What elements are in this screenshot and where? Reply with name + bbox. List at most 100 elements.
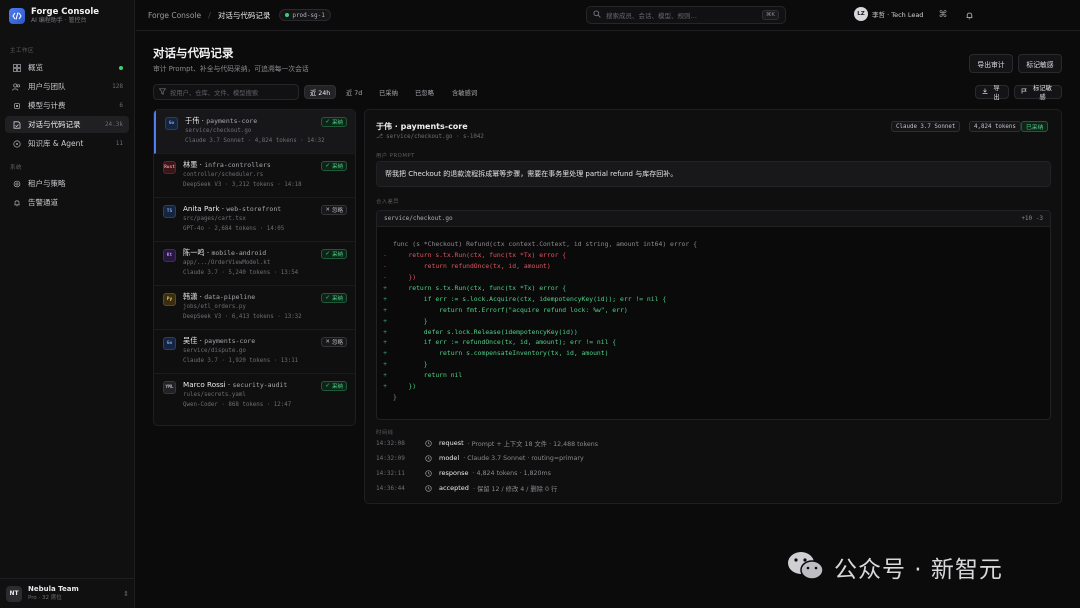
diff-stat: +10 -3: [1021, 215, 1043, 222]
mark-sensitive-detail-button[interactable]: 标记敏感: [1014, 85, 1062, 101]
flag-icon: [1021, 88, 1027, 96]
model-tag: Claude 3.7 Sonnet: [891, 121, 961, 132]
diff-marker: +: [383, 294, 387, 303]
search-shortcut: ⌘K: [761, 10, 779, 20]
sidebar-item-label: 概览: [28, 63, 43, 72]
prompt-text: 帮我把 Checkout 的退款流程拆成幂等步骤，需要在事务里处理 partia…: [376, 161, 1051, 187]
session-meta: DeepSeek V3 · 6,413 tokens · 13:32: [183, 314, 302, 320]
list-item[interactable]: Py 韩潇 · data-pipeline jobs/etl_orders.py…: [154, 286, 355, 330]
sidebar-item-tenants[interactable]: 租户与策略: [5, 175, 129, 192]
code-text: return fmt.Errorf("acquire refund lock: …: [393, 305, 628, 314]
session-repo: security-audit: [232, 381, 288, 389]
diff-marker: [377, 393, 393, 401]
mark-sensitive-label: 标记敏感: [1033, 85, 1052, 101]
sidebar-item-knowledge[interactable]: 知识库 & Agent 11: [5, 135, 129, 152]
timeline-event: accepted: [439, 484, 469, 492]
diff-marker: +: [383, 284, 387, 292]
sidebar-item-code-logs[interactable]: 对话与代码记录 24.3k: [5, 116, 129, 133]
app-subtitle: AI 编程助手 · 管控台: [31, 17, 87, 24]
policy-icon: [11, 178, 22, 189]
timeline-event: model: [439, 454, 460, 462]
status-badge: 已采纳: [1021, 121, 1049, 132]
code-text: return s.compensateInventory(tx, id, amo…: [393, 349, 609, 358]
status-label: 采纳: [331, 252, 343, 258]
nav-section-main: 主工作区: [10, 48, 35, 54]
diff-marker: +: [383, 360, 387, 369]
timeline-desc: · Claude 3.7 Sonnet · routing=primary: [463, 454, 584, 462]
list-item[interactable]: Rust 林墨 · infra-controllers controller/s…: [154, 154, 355, 198]
sidebar-item-overview[interactable]: 概览: [5, 59, 129, 76]
list-item[interactable]: YML Marco Rossi · security-audit rules/s…: [154, 374, 355, 418]
session-meta: GPT-4o · 2,684 tokens · 14:05: [183, 226, 285, 232]
env-label: prod-sg-1: [292, 11, 325, 19]
forge-logo-icon: [9, 8, 25, 24]
user-menu[interactable]: LZ 李哲 · Tech Lead: [854, 7, 923, 21]
sidebar-item-alerts[interactable]: 告警通道: [5, 194, 129, 211]
code-log-icon: [11, 119, 22, 130]
bell-icon[interactable]: [963, 9, 975, 21]
python-file-icon: Py: [163, 293, 176, 306]
sidebar-item-models[interactable]: 模型与计费 6: [5, 97, 129, 114]
filter-chip-24h[interactable]: 近 24h: [304, 85, 337, 99]
filter-chip-ignored[interactable]: 已忽略: [410, 85, 439, 99]
export-audit-button[interactable]: 导出审计: [969, 54, 1013, 73]
list-item[interactable]: Kt 陈一鸣 · mobile-android app/.../OrderVie…: [154, 242, 355, 286]
sidebar-item-count: 6: [119, 102, 123, 109]
session-meta: Claude 3.7 · 1,920 tokens · 13:11: [183, 358, 299, 364]
download-icon: [982, 88, 988, 96]
timeline-time: 14:32:11: [376, 469, 405, 477]
list-item[interactable]: Go 于伟 · payments-core service/checkout.g…: [154, 110, 355, 154]
code-text: return nil: [393, 371, 463, 380]
session-user: Anita Park: [183, 204, 220, 213]
list-item[interactable]: TS Anita Park · web-storefront src/pages…: [154, 198, 355, 242]
global-search-input[interactable]: 搜索成员、会话、模型、规则… ⌘K: [586, 6, 786, 24]
status-label: 忽略: [331, 340, 343, 346]
filter-chip-7d[interactable]: 近 7d: [341, 85, 367, 99]
code-line: + }): [377, 381, 1050, 392]
session-path: service/dispute.go: [183, 348, 246, 354]
diff-viewer[interactable]: service/checkout.go +10 -3 func (s *Chec…: [376, 210, 1051, 420]
status-badge: ✓ 采纳: [321, 161, 347, 171]
diff-header: service/checkout.go +10 -3: [377, 211, 1050, 227]
command-icon[interactable]: ⌘: [937, 9, 949, 21]
brand[interactable]: Forge Console AI 编程助手 · 管控台: [9, 7, 99, 25]
sidebar-item-users[interactable]: 用户与团队 128: [5, 78, 129, 95]
env-badge[interactable]: prod-sg-1: [279, 9, 331, 21]
diff-code: func (s *Checkout) Refund(ctx context.Co…: [377, 227, 1050, 402]
diff-section-label: 合入差异: [376, 199, 400, 205]
status-label: 采纳: [331, 120, 343, 126]
typescript-file-icon: TS: [163, 205, 176, 218]
timeline-event: request: [439, 439, 464, 447]
diff-marker: +: [383, 327, 387, 336]
breadcrumb-root[interactable]: Forge Console: [148, 11, 201, 20]
filter-chip-accepted[interactable]: 已采纳: [374, 85, 403, 99]
session-path: src/pages/cart.tsx: [183, 216, 246, 222]
book-icon: [11, 138, 22, 149]
timeline-desc: · Prompt + 上下文 18 文件 · 12,488 tokens: [467, 440, 599, 448]
code-line: + defer s.lock.Release(idempotencyKey(id…: [377, 326, 1050, 337]
avatar: LZ: [854, 7, 868, 21]
timeline-event: response: [439, 469, 469, 477]
filter-chip-sensitive[interactable]: 含敏感词: [447, 85, 482, 99]
nav-section-settings: 系统: [10, 165, 23, 171]
session-repo: payments-core: [206, 117, 258, 125]
clock-icon: [421, 469, 435, 477]
app-title: Forge Console: [31, 7, 100, 17]
search-icon: [593, 10, 601, 20]
session-path: service/checkout.go: [185, 128, 252, 134]
team-avatar: NT: [6, 585, 22, 602]
session-meta: Qwen-Coder · 868 tokens · 12:47: [183, 402, 292, 408]
session-filter-input[interactable]: 按用户、仓库、文件、模型搜索: [153, 84, 299, 100]
page-title: 对话与代码记录: [153, 46, 234, 60]
session-repo: infra-controllers: [204, 161, 271, 169]
prompt-section-label: 用户 PROMPT: [376, 153, 415, 159]
code-text: return s.tx.Run(ctx, func(tx *Tx) error …: [393, 251, 567, 260]
export-button[interactable]: 导出: [975, 85, 1009, 101]
mark-sensitive-button[interactable]: 标记敏感: [1018, 54, 1062, 73]
grid-icon: [11, 62, 22, 73]
team-switcher[interactable]: NT Nebula Team Pro · 32 席位 ⇕: [0, 578, 135, 608]
check-icon: ✓: [325, 295, 330, 301]
list-item[interactable]: Go 吴佳 · payments-core service/dispute.go…: [154, 330, 355, 374]
status-label: 采纳: [331, 296, 343, 302]
diff-marker: -: [383, 251, 387, 260]
